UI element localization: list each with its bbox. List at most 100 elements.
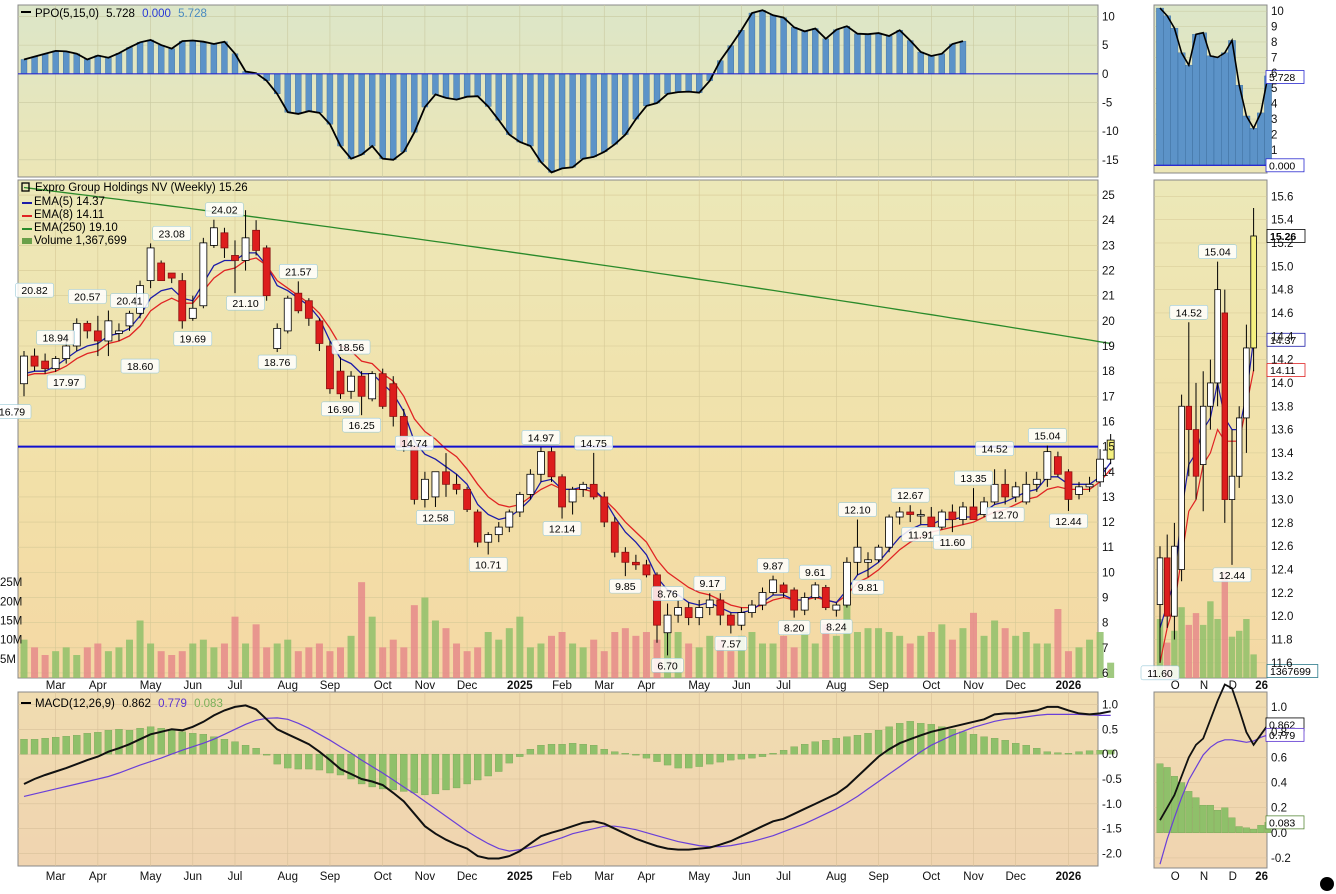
candle-body (705, 599, 714, 608)
volume-bar (474, 647, 482, 678)
price-annotation-text: 9.61 (805, 567, 826, 579)
volume-bar (600, 651, 608, 678)
volume-bar (294, 651, 302, 678)
price-annotation-text: 14.74 (401, 438, 427, 450)
candle-body (252, 229, 261, 251)
ppo-bar (295, 73, 302, 115)
ppo-bar (558, 73, 566, 169)
volume-bar (41, 655, 49, 678)
volume-bar (917, 635, 925, 678)
volume-bar (1001, 628, 1009, 678)
price-y-tick: 25 (1102, 190, 1115, 202)
price-y-tick: 9 (1102, 593, 1108, 605)
macd-hist-bar (484, 753, 492, 777)
side-candle-body (1221, 312, 1228, 500)
side-price-y-tick: 13.0 (1271, 495, 1293, 507)
ppo-bar (748, 12, 756, 74)
candle-body (1054, 456, 1062, 475)
macd-hist-bar (653, 753, 661, 762)
ppo-bar (189, 40, 196, 74)
volume-bar (136, 620, 144, 678)
macd-hist-bar (1043, 751, 1051, 755)
side-volume-bar (1243, 619, 1250, 678)
month-label: May (140, 680, 162, 692)
price-annotation-text: 9.85 (615, 581, 636, 593)
side-macd-hist-bar (1185, 791, 1193, 833)
price-annotation-text: 16.90 (327, 404, 353, 416)
price-annotation: 8.24 (820, 619, 853, 634)
macd-y-tick: 0.5 (1102, 724, 1118, 736)
macd-hist-bar (473, 753, 482, 781)
volume-bar (706, 635, 714, 678)
side-volume-bar (1200, 624, 1207, 678)
corner-dot-icon (1320, 877, 1334, 891)
ppo-bar (326, 73, 334, 125)
candle-body (1022, 483, 1031, 503)
ppo-y-tick: 10 (1102, 11, 1115, 23)
macd-hist-bar (621, 752, 629, 755)
price-annotation: 9.87 (756, 558, 790, 573)
macd-hist-bar (674, 753, 682, 769)
volume-bar (126, 639, 133, 678)
month-label: Mar (594, 680, 614, 692)
month-label-bottom: 2025 (507, 871, 533, 883)
volume-bar (548, 635, 555, 678)
side-ppo-y-tick: 8 (1271, 37, 1277, 49)
macd-hist-bar (790, 746, 798, 755)
price-y-tick: 21 (1102, 291, 1115, 303)
macd-hist-bar (716, 753, 724, 763)
side-ppo-y-tick: 6 (1271, 68, 1277, 80)
side-volume-bar (1185, 624, 1192, 678)
side-macd-hist-bar (1199, 804, 1207, 833)
price-annotation: 7.57 (714, 636, 747, 651)
side-ppo-bar (1192, 34, 1200, 166)
ppo-bar (611, 73, 618, 145)
candle-body (315, 320, 324, 344)
volume-bar (358, 582, 366, 678)
volume-bar (558, 632, 566, 678)
volume-y-tick: 20M (0, 596, 22, 608)
macd-title: MACD(12,26,9) (35, 698, 115, 710)
macd-hist-bar (62, 736, 70, 755)
month-label-bottom: Jul (228, 871, 243, 883)
side-macd-hist-bar (1228, 817, 1236, 833)
month-label: Sep (320, 680, 340, 692)
month-label-bottom: Jun (184, 871, 203, 883)
ppo-bar (442, 73, 450, 99)
price-annotation: 12.10 (838, 502, 877, 517)
volume-bar (759, 643, 766, 678)
volume-y-tick: 25M (0, 577, 22, 589)
volume-bar (199, 639, 207, 678)
side-candle-body (1243, 347, 1250, 419)
macd-hist-bar (305, 753, 313, 770)
volume-bar (590, 639, 598, 678)
month-label-bottom: Nov (963, 871, 984, 883)
month-label-bottom: Sep (320, 871, 340, 883)
macd-hist-bar (146, 726, 155, 755)
macd-hist-bar (969, 734, 978, 755)
macd-hist-bar (20, 739, 28, 755)
side-candle-body (1228, 475, 1236, 500)
macd-hist-bar (115, 729, 123, 755)
side-ppo-bar (1156, 7, 1164, 166)
side-ppo-bar (1177, 52, 1186, 166)
volume-bar (685, 643, 693, 678)
month-label: Jun (732, 680, 751, 692)
side-price-annotation-text: 12.44 (1219, 570, 1245, 582)
month-label-bottom: Sep (868, 871, 888, 883)
macd-hist-bar (52, 737, 60, 755)
volume-bar (695, 647, 703, 678)
volume-bar (62, 647, 70, 678)
price-annotation: 9.61 (799, 564, 832, 580)
macd-hist-bar (1085, 750, 1094, 755)
price-annotation: 12.44 (1049, 513, 1088, 529)
side-macd-hist-bar (1178, 782, 1186, 833)
ppo-bar (432, 73, 439, 95)
price-annotation: 17.97 (46, 374, 86, 390)
candle-body (273, 327, 282, 349)
macd-hist-bar (980, 736, 988, 755)
month-label-bottom: Aug (826, 871, 846, 883)
macd-hist-bar (41, 738, 49, 755)
price-annotation-text: 16.25 (348, 420, 374, 432)
month-label: Apr (637, 680, 655, 692)
